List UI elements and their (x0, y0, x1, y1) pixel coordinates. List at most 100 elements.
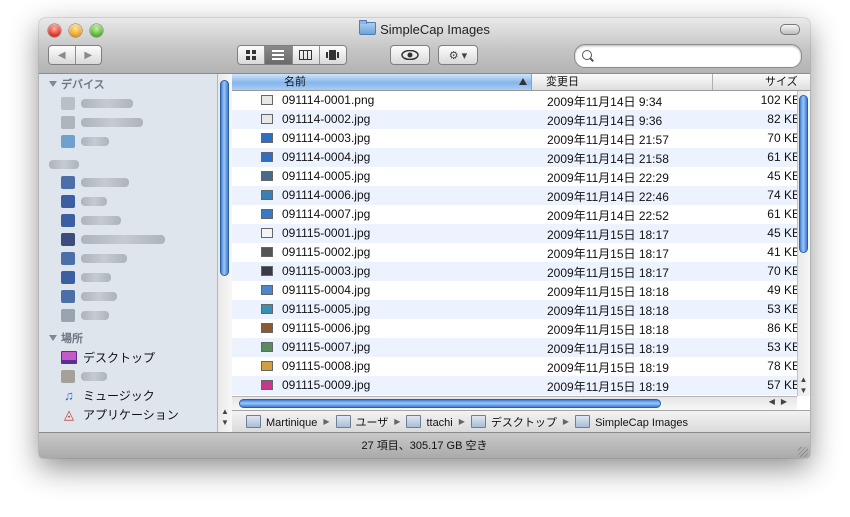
network-computer-icon (61, 214, 75, 227)
sidebar-shared-header[interactable] (39, 156, 217, 173)
sidebar-shared-item[interactable] (39, 173, 217, 192)
horizontal-scroll-arrows[interactable]: ◀▶ (769, 397, 793, 406)
file-size: 45 KB (767, 226, 800, 240)
table-row[interactable]: 091115-0008.jpg 2009年11月15日 18:19 78 KB (232, 357, 810, 376)
image-file-icon (261, 323, 273, 333)
toolbar-toggle-button[interactable] (780, 24, 800, 35)
sidebar-scroll-thumb[interactable] (220, 80, 229, 276)
sidebar-device-item[interactable] (39, 113, 217, 132)
sidebar-shared-item[interactable] (39, 287, 217, 306)
folder-icon (359, 20, 377, 35)
sidebar-shared-item[interactable] (39, 249, 217, 268)
icon-view-button[interactable] (238, 46, 266, 64)
file-size: 61 KB (767, 207, 800, 221)
table-row[interactable]: 091115-0007.jpg 2009年11月15日 18:19 53 KB (232, 338, 810, 357)
sidebar-shared-item[interactable] (39, 306, 217, 325)
table-row[interactable]: 091115-0004.jpg 2009年11月15日 18:18 49 KB (232, 281, 810, 300)
file-size: 61 KB (767, 150, 800, 164)
sidebar-scrollbar[interactable]: ▲ ▼ (217, 74, 232, 432)
file-list-vertical-scrollbar[interactable] (797, 91, 810, 396)
table-row[interactable]: 091115-0009.jpg 2009年11月15日 18:19 57 KB (232, 376, 810, 395)
table-row[interactable]: 091114-0003.jpg 2009年11月14日 21:57 70 KB (232, 129, 810, 148)
file-name: 091114-0006.jpg (282, 188, 371, 202)
table-row[interactable]: 091114-0001.png 2009年11月14日 9:34 102 KB (232, 91, 810, 110)
path-item[interactable]: ユーザ (335, 414, 388, 430)
path-separator-icon: ▶ (394, 417, 401, 426)
file-size: 57 KB (767, 378, 800, 392)
sidebar-item-desktop[interactable]: デスクトップ (39, 348, 217, 367)
sidebar-shared-item[interactable] (39, 230, 217, 249)
file-list-vertical-scroll-thumb[interactable] (799, 95, 808, 253)
file-name: 091114-0005.jpg (282, 169, 371, 183)
sidebar-item-music[interactable]: ♫ ミュージック (39, 386, 217, 405)
sidebar-shared-item[interactable] (39, 192, 217, 211)
table-row[interactable]: 091114-0004.jpg 2009年11月14日 21:58 61 KB (232, 148, 810, 167)
column-header: 名前 変更日 サイズ (232, 74, 810, 91)
coverflow-view-icon (326, 50, 340, 60)
image-file-icon (261, 190, 273, 200)
resize-grip-icon[interactable] (798, 447, 808, 457)
file-name: 091115-0004.jpg (282, 283, 371, 297)
path-item[interactable]: SimpleCap Images (575, 414, 688, 429)
column-header-date[interactable]: 変更日 (532, 74, 713, 90)
applications-icon: ◬ (64, 406, 74, 422)
finder-window: SimpleCap Images ◀ ▶ ⚙ ▾ デバイス 場所 デスクトップ … (39, 18, 810, 458)
music-note-icon: ♫ (64, 388, 74, 403)
image-file-icon (261, 361, 273, 371)
table-row[interactable]: 091115-0006.jpg 2009年11月15日 18:18 86 KB (232, 319, 810, 338)
file-size: 53 KB (767, 302, 800, 316)
sidebar-places-header[interactable]: 場所 (39, 331, 217, 348)
coverflow-view-button[interactable] (319, 46, 346, 64)
column-view-button[interactable] (292, 46, 320, 64)
file-name: 091115-0003.jpg (282, 264, 371, 278)
sidebar-device-item[interactable] (39, 132, 217, 151)
file-size: 78 KB (767, 359, 800, 373)
sidebar: デバイス 場所 デスクトップ ♫ ミュージック ◬ アプリケーション (39, 74, 218, 432)
file-date: 2009年11月14日 9:36 (547, 114, 663, 128)
file-date: 2009年11月14日 21:58 (547, 152, 669, 166)
back-button[interactable]: ◀ (49, 46, 76, 64)
forward-button[interactable]: ▶ (75, 46, 101, 64)
file-list-horizontal-scrollbar[interactable]: ◀▶ (232, 396, 797, 411)
disclosure-triangle-icon (49, 335, 57, 341)
table-row[interactable]: 091114-0007.jpg 2009年11月14日 22:52 61 KB (232, 205, 810, 224)
file-date: 2009年11月15日 18:19 (547, 361, 669, 375)
file-list-horizontal-scroll-thumb[interactable] (239, 399, 661, 408)
path-item[interactable]: Martinique (246, 414, 317, 429)
sidebar-device-item[interactable] (39, 94, 217, 113)
sidebar-item-home[interactable] (39, 367, 217, 386)
file-size: 49 KB (767, 283, 800, 297)
table-row[interactable]: 091115-0002.jpg 2009年11月15日 18:17 41 KB (232, 243, 810, 262)
path-item[interactable]: デスクトップ (470, 414, 557, 430)
path-bar: Martinique ▶ ユーザ ▶ ttachi ▶ デスクトップ ▶ SimpleCap I… (232, 410, 810, 432)
table-row[interactable]: 091115-0005.jpg 2009年11月15日 18:18 53 KB (232, 300, 810, 319)
file-date: 2009年11月15日 18:17 (547, 247, 669, 261)
file-date: 2009年11月15日 18:17 (547, 228, 669, 242)
table-row[interactable]: 091115-0001.jpg 2009年11月15日 18:17 45 KB (232, 224, 810, 243)
table-row[interactable]: 091115-0003.jpg 2009年11月15日 18:17 70 KB (232, 262, 810, 281)
file-list-vertical-scroll-arrows[interactable]: ▲ ▼ (797, 374, 810, 396)
file-rows: 091114-0001.png 2009年11月14日 9:34 102 KB 091… (232, 91, 810, 395)
sidebar-shared-item[interactable] (39, 268, 217, 287)
search-field[interactable] (574, 44, 802, 68)
image-file-icon (261, 114, 273, 124)
quick-look-button[interactable] (390, 45, 430, 65)
image-file-icon (261, 171, 273, 181)
list-view-icon (272, 50, 285, 60)
list-view-button[interactable] (265, 46, 293, 64)
sidebar-devices-header[interactable]: デバイス (39, 77, 217, 94)
path-item[interactable]: ttachi (406, 414, 453, 429)
table-row[interactable]: 091114-0006.jpg 2009年11月14日 22:46 74 KB (232, 186, 810, 205)
sidebar-item-applications[interactable]: ◬ アプリケーション (39, 405, 217, 424)
column-header-name[interactable]: 名前 (232, 74, 532, 90)
disclosure-triangle-icon (49, 81, 57, 87)
file-size: 74 KB (767, 188, 800, 202)
column-header-size[interactable]: サイズ (713, 74, 810, 90)
file-date: 2009年11月15日 18:19 (547, 342, 669, 356)
title-bar: SimpleCap Images ◀ ▶ ⚙ ▾ (39, 18, 810, 74)
action-menu-button[interactable]: ⚙ ▾ (438, 45, 478, 65)
sidebar-shared-item[interactable] (39, 211, 217, 230)
sidebar-scroll-arrows[interactable]: ▲ ▼ (218, 406, 232, 428)
table-row[interactable]: 091114-0002.jpg 2009年11月14日 9:36 82 KB (232, 110, 810, 129)
table-row[interactable]: 091114-0005.jpg 2009年11月14日 22:29 45 KB (232, 167, 810, 186)
